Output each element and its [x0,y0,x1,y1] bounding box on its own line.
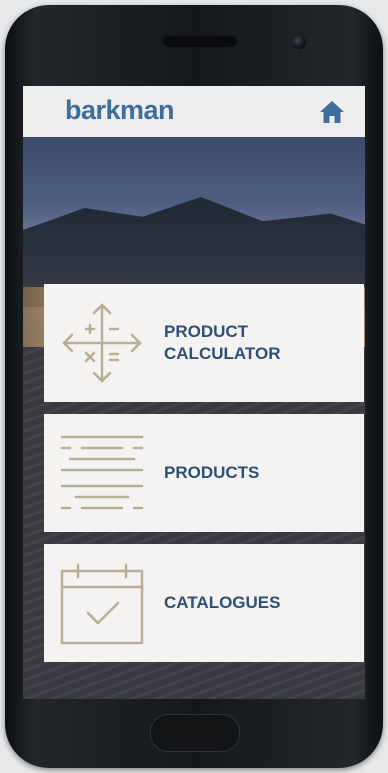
menu-item-products[interactable]: PRODUCTS [44,414,364,532]
phone-frame: barkman PRODUCT CALCULATOR PRODUCTS CATA… [5,5,383,768]
menu-item-product-calculator[interactable]: PRODUCT CALCULATOR [44,284,364,402]
menu-item-label: PRODUCTS [164,463,260,482]
home-icon[interactable] [319,100,345,124]
menu-item-label: CATALOGUES [164,593,281,612]
calculator-cross-icon [60,301,144,385]
menu-item-label: PRODUCT CALCULATOR [164,322,281,363]
calendar-check-icon [60,561,144,645]
app-screen: barkman PRODUCT CALCULATOR PRODUCTS CATA… [23,86,365,699]
hardware-home-button[interactable] [150,714,240,752]
app-header: barkman [23,86,365,137]
brand-logo[interactable]: barkman [65,95,175,126]
list-lines-icon [60,431,144,515]
front-camera [292,35,306,49]
menu-item-catalogues[interactable]: CATALOGUES [44,544,364,662]
speaker-grille [163,35,237,47]
